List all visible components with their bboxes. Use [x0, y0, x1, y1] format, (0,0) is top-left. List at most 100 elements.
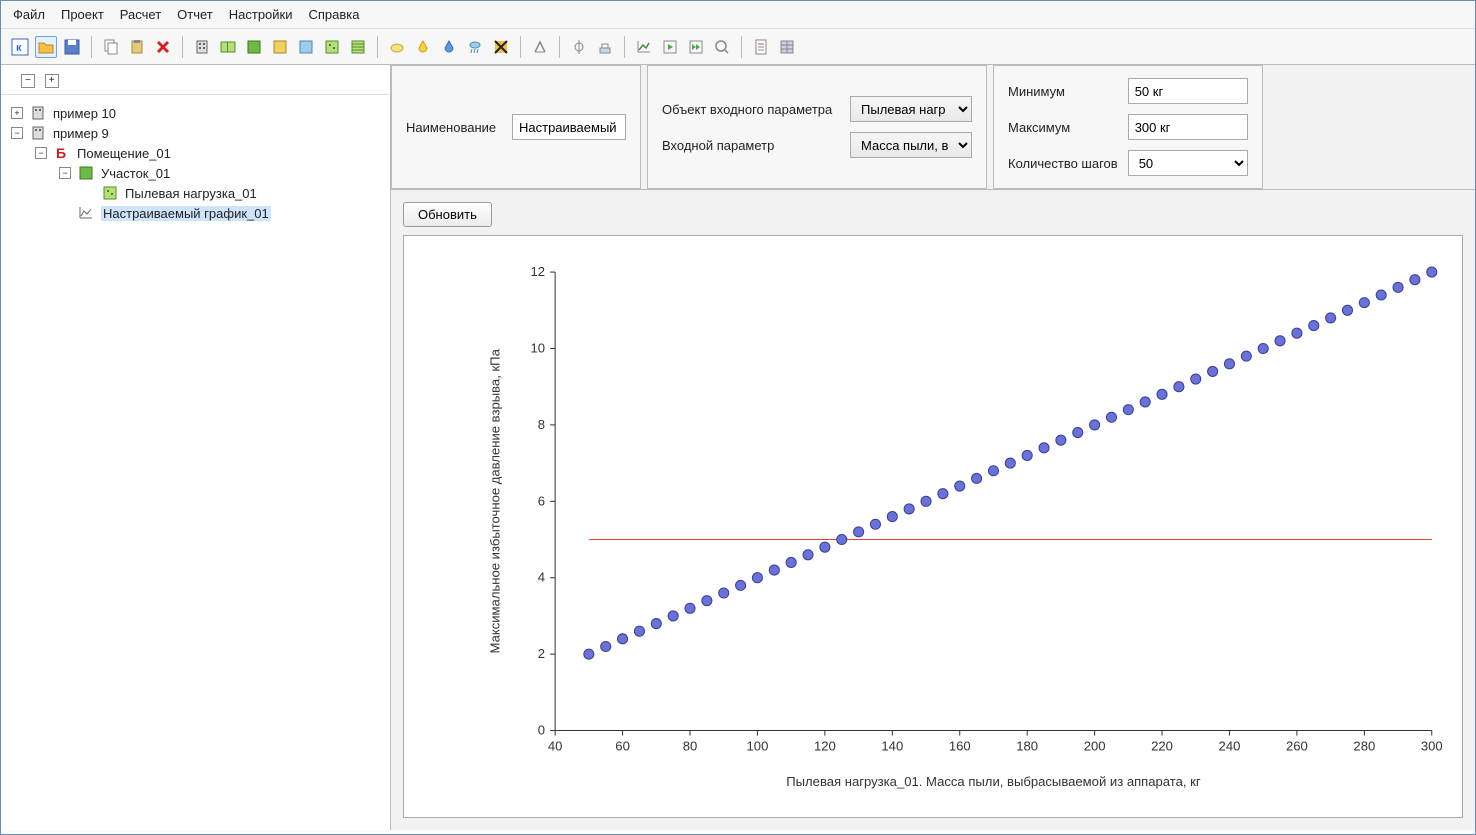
zoom-icon[interactable]: [711, 36, 733, 58]
svg-text:260: 260: [1286, 739, 1308, 754]
droplet-yellow-icon[interactable]: [412, 36, 434, 58]
svg-text:80: 80: [683, 739, 698, 754]
expander[interactable]: −: [59, 167, 71, 179]
play-all-icon[interactable]: [685, 36, 707, 58]
tool3-icon[interactable]: [594, 36, 616, 58]
param-group-input: Объект входного параметра Пылевая нагр В…: [647, 65, 987, 189]
chart-area: Обновить 4060801001201401601802002202402…: [391, 190, 1475, 830]
svg-text:Б: Б: [56, 145, 66, 161]
name-input[interactable]: [512, 114, 626, 140]
room-b-icon: Б: [53, 145, 71, 161]
tree-item-section[interactable]: Участок_01: [101, 166, 170, 181]
collapse-all-button[interactable]: −: [21, 74, 35, 88]
svg-text:2: 2: [538, 646, 545, 661]
svg-text:Пылевая нагрузка_01. Масса пыл: Пылевая нагрузка_01. Масса пыли, выбрасы…: [786, 774, 1201, 789]
expander[interactable]: −: [35, 147, 47, 159]
max-label: Максимум: [1008, 120, 1070, 135]
tree-item-project1[interactable]: пример 10: [53, 106, 116, 121]
copy-icon[interactable]: [100, 36, 122, 58]
tool2-icon[interactable]: [568, 36, 590, 58]
project-icon: [29, 105, 47, 121]
svg-text:60: 60: [615, 739, 630, 754]
svg-text:0: 0: [538, 723, 545, 738]
chart-icon[interactable]: [633, 36, 655, 58]
paste-icon[interactable]: [126, 36, 148, 58]
tree-item-project2[interactable]: пример 9: [53, 126, 109, 141]
tree-item-dust[interactable]: Пылевая нагрузка_01: [125, 186, 257, 201]
steps-select[interactable]: 50: [1128, 150, 1248, 176]
open-icon[interactable]: [35, 36, 57, 58]
svg-text:200: 200: [1084, 739, 1106, 754]
hazard-icon[interactable]: [490, 36, 512, 58]
yellow-area-icon[interactable]: [269, 36, 291, 58]
tree-controls: − +: [1, 65, 390, 95]
steps-label: Количество шагов: [1008, 156, 1118, 171]
main-panel: Наименование Объект входного параметра П…: [391, 65, 1475, 830]
svg-text:140: 140: [881, 739, 903, 754]
save-icon[interactable]: [61, 36, 83, 58]
delete-icon[interactable]: [152, 36, 174, 58]
menu-settings[interactable]: Настройки: [229, 7, 293, 22]
tree-item-chart[interactable]: Настраиваемый график_01: [101, 206, 271, 221]
sidebar: − + + пример 10 − пример 9 − Б Помещение…: [1, 65, 391, 830]
tree-item-room[interactable]: Помещение_01: [77, 146, 171, 161]
input-param-label: Входной параметр: [662, 138, 774, 153]
min-input[interactable]: [1128, 78, 1248, 104]
expander[interactable]: −: [11, 127, 23, 139]
max-input[interactable]: [1128, 114, 1248, 140]
section-icon[interactable]: [243, 36, 265, 58]
min-label: Минимум: [1008, 84, 1065, 99]
input-param-select[interactable]: Масса пыли, в: [850, 132, 972, 158]
grid-icon[interactable]: [776, 36, 798, 58]
green-dust-icon[interactable]: [321, 36, 343, 58]
chart-svg: 4060801001201401601802002202402602803000…: [404, 236, 1462, 817]
svg-text:12: 12: [531, 264, 546, 279]
svg-text:120: 120: [814, 739, 836, 754]
droplet-blue-icon[interactable]: [438, 36, 460, 58]
project-icon: [29, 125, 47, 141]
svg-text:180: 180: [1016, 739, 1038, 754]
name-label: Наименование: [406, 120, 496, 135]
svg-text:к: к: [16, 42, 22, 54]
chart-box: 4060801001201401601802002202402602803000…: [403, 235, 1463, 818]
menu-report[interactable]: Отчет: [177, 7, 213, 22]
params-panel: Наименование Объект входного параметра П…: [391, 65, 1475, 190]
svg-text:40: 40: [548, 739, 563, 754]
svg-text:4: 4: [538, 570, 545, 585]
play-icon[interactable]: [659, 36, 681, 58]
toolbar: к: [1, 29, 1475, 65]
tool1-icon[interactable]: [529, 36, 551, 58]
object-select[interactable]: Пылевая нагр: [850, 96, 972, 122]
menu-help[interactable]: Справка: [309, 7, 360, 22]
app-icon[interactable]: к: [9, 36, 31, 58]
param-group-range: Минимум Максимум Количество шагов 50: [993, 65, 1263, 189]
param-group-name: Наименование: [391, 65, 641, 189]
section-tree-icon: [77, 165, 95, 181]
cloud-icon[interactable]: [386, 36, 408, 58]
svg-text:10: 10: [531, 341, 546, 356]
menu-project[interactable]: Проект: [61, 7, 104, 22]
room-icon[interactable]: [217, 36, 239, 58]
menu-calc[interactable]: Расчет: [120, 7, 161, 22]
expander[interactable]: +: [11, 107, 23, 119]
menu-file[interactable]: Файл: [13, 7, 45, 22]
doc-icon[interactable]: [750, 36, 772, 58]
svg-text:220: 220: [1151, 739, 1173, 754]
dust-tree-icon: [101, 185, 119, 201]
building-icon[interactable]: [191, 36, 213, 58]
svg-text:240: 240: [1219, 739, 1241, 754]
blue-area-icon[interactable]: [295, 36, 317, 58]
svg-text:8: 8: [538, 417, 545, 432]
object-label: Объект входного параметра: [662, 102, 832, 117]
svg-text:300: 300: [1421, 739, 1443, 754]
rain-icon[interactable]: [464, 36, 486, 58]
svg-text:6: 6: [538, 493, 545, 508]
chart-tree-icon: [77, 205, 95, 221]
svg-text:100: 100: [747, 739, 769, 754]
tree: + пример 10 − пример 9 − Б Помещение_01 …: [1, 95, 390, 830]
svg-text:280: 280: [1353, 739, 1375, 754]
update-button[interactable]: Обновить: [403, 202, 492, 227]
menu-bar: Файл Проект Расчет Отчет Настройки Справ…: [1, 1, 1475, 29]
expand-all-button[interactable]: +: [45, 74, 59, 88]
striped-area-icon[interactable]: [347, 36, 369, 58]
